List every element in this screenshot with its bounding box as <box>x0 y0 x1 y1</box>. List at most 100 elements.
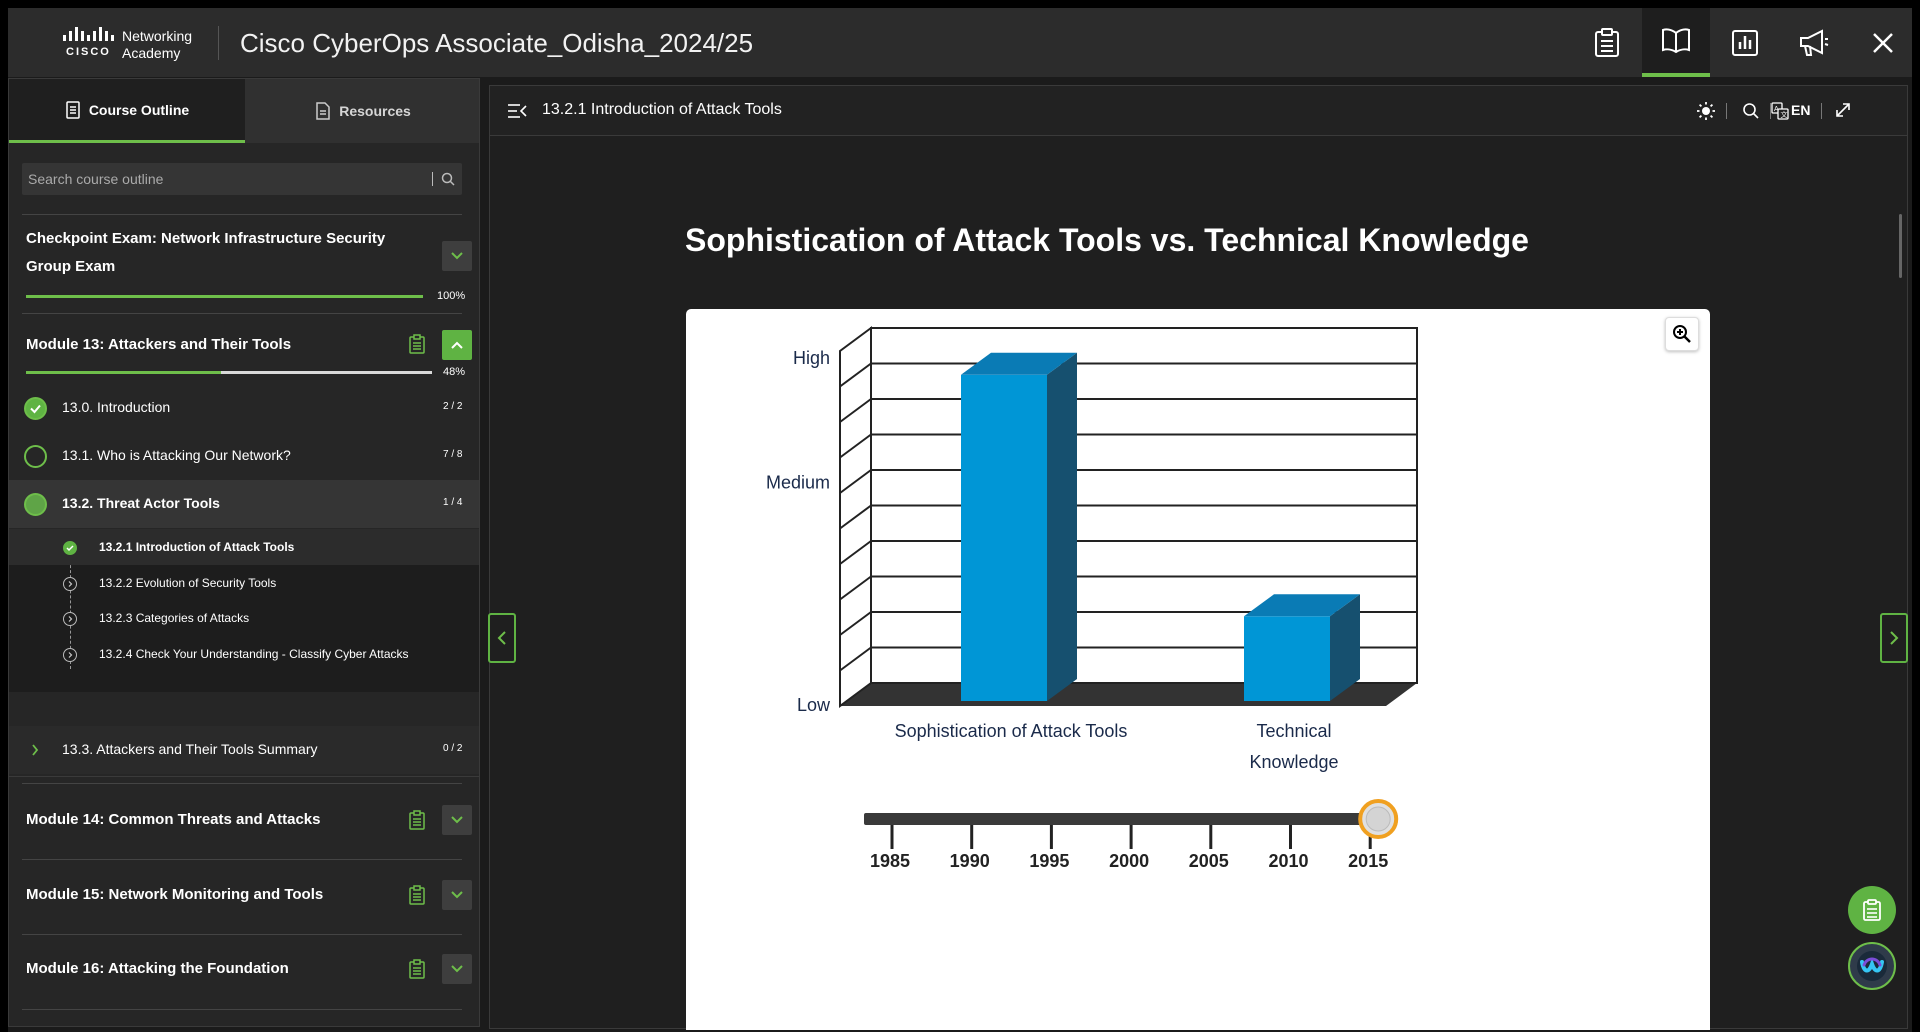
expand-checkpoint-button[interactable] <box>442 241 472 271</box>
topic-13-0[interactable]: 13.0. Introduction 2 / 2 <box>9 384 479 432</box>
topic-count: 7 / 8 <box>443 449 463 460</box>
chevron-right-icon <box>1890 631 1899 645</box>
clipboard-icon[interactable] <box>409 885 425 905</box>
checkpoint-progress-bar <box>26 295 423 298</box>
search-input[interactable] <box>22 163 422 195</box>
y-tick-label: Medium <box>766 473 830 493</box>
subtopic-label: 13.2.1 Introduction of Attack Tools <box>99 540 295 554</box>
header-divider <box>218 26 219 60</box>
zoom-in-icon <box>1673 325 1691 343</box>
topic-13-3[interactable]: 13.3. Attackers and Their Tools Summary … <box>9 726 479 774</box>
webex-logo-icon <box>1857 951 1887 981</box>
app-header: CISCO Networking Academy Cisco CyberOps … <box>8 8 1912 77</box>
divider <box>22 1009 462 1010</box>
in-progress-circle-icon <box>24 493 47 516</box>
topic-count: 0 / 2 <box>443 743 463 754</box>
assessments-button[interactable] <box>1573 8 1641 77</box>
brand-line-1: Networking <box>122 28 193 44</box>
divider <box>9 776 479 777</box>
outline-search <box>22 163 462 195</box>
zoom-button[interactable] <box>1665 317 1699 351</box>
chart-icon <box>1732 29 1758 56</box>
chevron-circle-icon <box>63 612 77 626</box>
brand-line-2: Academy <box>122 45 181 61</box>
x-category-label: Knowledge <box>1249 752 1338 772</box>
scrollbar-thumb[interactable] <box>1899 214 1902 278</box>
collapse-module-13-button[interactable] <box>442 330 472 360</box>
chart-card: Low Medium High Sophistication of Attack To… <box>686 309 1710 1030</box>
course-outline-sidebar: Course Outline Resources Checkpoint Exam… <box>8 78 480 1027</box>
timeline-slider-handle-inner <box>1365 806 1391 832</box>
expand-module-15-button[interactable] <box>442 880 472 910</box>
assessment-fab[interactable] <box>1848 886 1896 934</box>
timeline-year-label: 2000 <box>1109 851 1149 871</box>
topic-label: 13.0. Introduction <box>62 399 171 415</box>
search-icon[interactable] <box>440 171 456 187</box>
content-header: 13.2.1 Introduction of Attack Tools A文 E… <box>490 86 1907 136</box>
chevron-left-icon <box>497 631 506 645</box>
course-content-button[interactable] <box>1642 8 1710 77</box>
checkpoint-exam-title[interactable]: Checkpoint Exam: Network Infrastructure … <box>26 225 406 281</box>
expand-module-14-button[interactable] <box>442 805 472 835</box>
clipboard-icon[interactable] <box>409 334 425 354</box>
collapse-menu-icon[interactable] <box>507 103 527 119</box>
search-icon[interactable] <box>1742 102 1760 120</box>
close-icon <box>1873 32 1893 53</box>
subtopic-list: 13.2.1 Introduction of Attack Tools 13.2… <box>9 529 479 692</box>
svg-text:文: 文 <box>1781 110 1788 119</box>
module-13-progress-bar <box>26 371 432 374</box>
webex-assistant-button[interactable] <box>1848 942 1896 990</box>
chevron-circle-icon <box>63 577 77 591</box>
tab-course-outline[interactable]: Course Outline <box>9 79 245 143</box>
megaphone-icon <box>1800 28 1829 56</box>
timeline-year-label: 1985 <box>870 851 910 871</box>
subtopic-13-2-2[interactable]: 13.2.2 Evolution of Security Tools <box>9 565 479 601</box>
chart-bar-side <box>1047 352 1077 701</box>
announcements-button[interactable] <box>1780 8 1848 77</box>
clipboard-icon[interactable] <box>409 810 425 830</box>
cisco-networking-academy-logo[interactable]: CISCO Networking Academy <box>62 24 212 64</box>
x-category-label: Sophistication of Attack Tools <box>895 721 1128 741</box>
cisco-wordmark: CISCO <box>66 46 111 58</box>
expand-icon[interactable] <box>1834 101 1852 119</box>
y-tick-label: Low <box>797 695 831 715</box>
previous-page-button[interactable] <box>488 613 516 663</box>
module-16-section: Module 16: Attacking the Foundation <box>9 935 479 1009</box>
grades-button[interactable] <box>1711 8 1779 77</box>
subtopic-label: 13.2.2 Evolution of Security Tools <box>99 576 277 590</box>
topic-13-1[interactable]: 13.1. Who is Attacking Our Network? 7 / … <box>9 432 479 480</box>
translate-icon[interactable]: A文 <box>1771 102 1789 120</box>
brightness-icon[interactable] <box>1696 101 1716 121</box>
timeline-year-label: 1995 <box>1029 851 1069 871</box>
chevron-down-icon <box>451 816 463 824</box>
tab-course-outline-label: Course Outline <box>88 101 190 118</box>
tab-resources-label: Resources <box>339 103 411 119</box>
subtopic-13-2-3[interactable]: 13.2.3 Categories of Attacks <box>9 600 479 636</box>
clipboard-icon <box>1595 27 1619 57</box>
cisco-bridge-icon <box>63 27 114 41</box>
module-15-section: Module 15: Network Monitoring and Tools <box>9 860 479 934</box>
subtopic-13-2-1[interactable]: 13.2.1 Introduction of Attack Tools <box>9 529 479 565</box>
module-14-section: Module 14: Common Threats and Attacks <box>9 784 479 858</box>
chart-bar <box>961 374 1047 701</box>
book-icon <box>1662 27 1690 53</box>
language-selector[interactable]: EN <box>1791 102 1810 118</box>
document-icon <box>316 102 330 120</box>
chart-svg: Low Medium High Sophistication of Attack To… <box>766 326 1418 871</box>
subtopic-label: 13.2.3 Categories of Attacks <box>99 611 250 625</box>
topic-13-2[interactable]: 13.2. Threat Actor Tools 1 / 4 <box>9 480 479 528</box>
module-16-title[interactable]: Module 16: Attacking the Foundation <box>26 955 289 983</box>
subtopic-13-2-4[interactable]: 13.2.4 Check Your Understanding - Classi… <box>9 636 479 672</box>
topic-label: 13.1. Who is Attacking Our Network? <box>62 447 291 463</box>
module-15-title[interactable]: Module 15: Network Monitoring and Tools <box>26 881 323 909</box>
close-button[interactable] <box>1849 8 1917 77</box>
tab-resources[interactable]: Resources <box>245 79 479 143</box>
clipboard-icon[interactable] <box>409 959 425 979</box>
next-page-button[interactable] <box>1880 613 1908 663</box>
module-13-title[interactable]: Module 13: Attackers and Their Tools <box>26 331 291 359</box>
timeline-year-label: 2015 <box>1348 851 1388 871</box>
app-window: CISCO Networking Academy Cisco CyberOps … <box>8 8 1912 1032</box>
module-14-title[interactable]: Module 14: Common Threats and Attacks <box>26 806 321 834</box>
expand-module-16-button[interactable] <box>442 954 472 984</box>
chevron-down-icon <box>451 891 463 899</box>
